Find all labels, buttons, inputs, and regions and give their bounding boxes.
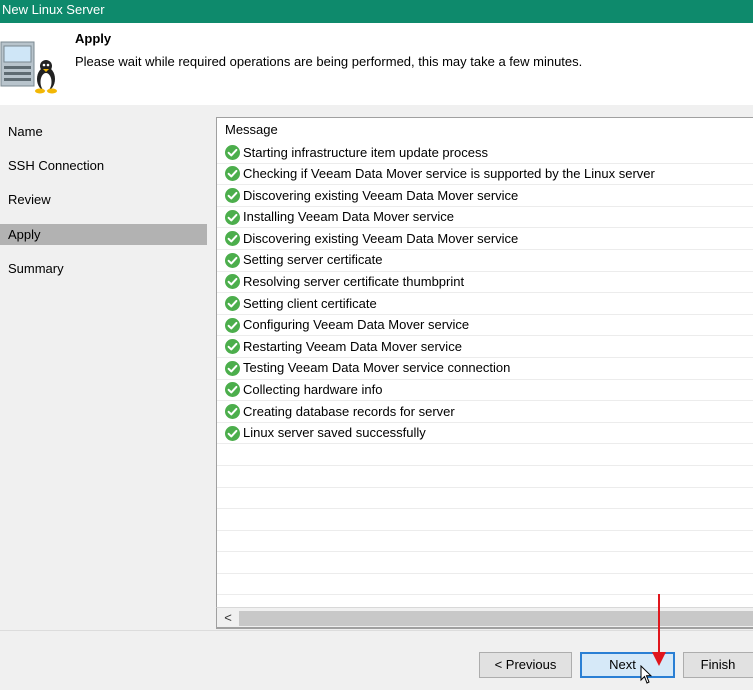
annotation-arrow-icon <box>652 594 666 666</box>
success-check-icon <box>225 382 240 398</box>
empty-log-row <box>217 466 753 488</box>
log-message: Setting server certificate <box>243 252 383 268</box>
scrollbar-thumb[interactable] <box>239 611 753 626</box>
page-title: Apply <box>75 31 112 46</box>
success-check-icon <box>225 403 240 419</box>
horizontal-scrollbar[interactable]: < <box>216 607 753 628</box>
mouse-cursor-icon <box>640 665 652 684</box>
success-check-icon <box>225 166 240 182</box>
log-row[interactable]: Setting server certificate <box>217 250 753 272</box>
linux-server-icon <box>0 36 62 96</box>
log-row[interactable]: Setting client certificate <box>217 293 753 315</box>
scroll-left-icon[interactable]: < <box>221 609 235 627</box>
step-name[interactable]: Name <box>0 121 207 142</box>
log-message: Collecting hardware info <box>243 382 383 398</box>
log-message: Restarting Veeam Data Mover service <box>243 338 462 354</box>
step-apply[interactable]: Apply <box>0 224 207 245</box>
log-list[interactable]: Message Starting infrastructure item upd… <box>216 117 753 629</box>
log-row[interactable]: Installing Veeam Data Mover service <box>217 207 753 229</box>
success-check-icon <box>225 209 240 225</box>
success-check-icon <box>225 339 240 355</box>
log-message: Checking if Veeam Data Mover service is … <box>243 166 655 182</box>
log-message: Linux server saved successfully <box>243 425 426 441</box>
empty-log-row <box>217 444 753 466</box>
empty-log-row <box>217 552 753 574</box>
previous-button[interactable]: < Previous <box>479 652 572 678</box>
success-check-icon <box>225 187 240 203</box>
step-ssh-connection[interactable]: SSH Connection <box>0 155 207 176</box>
log-row[interactable]: Collecting hardware info <box>217 380 753 402</box>
log-message: Starting infrastructure item update proc… <box>243 144 488 160</box>
log-row[interactable]: Starting infrastructure item update proc… <box>217 142 753 164</box>
success-check-icon <box>225 425 240 441</box>
log-row[interactable]: Linux server saved successfully <box>217 423 753 445</box>
log-row[interactable]: Restarting Veeam Data Mover service <box>217 336 753 358</box>
empty-log-row <box>217 574 753 596</box>
log-message: Resolving server certificate thumbprint <box>243 274 465 290</box>
log-row[interactable]: Checking if Veeam Data Mover service is … <box>217 164 753 186</box>
page-description: Please wait while required operations ar… <box>75 54 583 69</box>
message-column-header[interactable]: Message <box>217 118 753 142</box>
log-message: Discovering existing Veeam Data Mover se… <box>243 187 519 203</box>
success-check-icon <box>225 144 240 160</box>
finish-button[interactable]: Finish <box>683 652 753 678</box>
success-check-icon <box>225 231 240 247</box>
log-row[interactable]: Creating database records for server <box>217 401 753 423</box>
success-check-icon <box>225 274 240 290</box>
success-check-icon <box>225 295 240 311</box>
step-summary[interactable]: Summary <box>0 258 207 279</box>
empty-log-row <box>217 531 753 553</box>
empty-log-row <box>217 488 753 510</box>
log-row[interactable]: Resolving server certificate thumbprint <box>217 272 753 294</box>
empty-log-row <box>217 509 753 531</box>
log-message: Creating database records for server <box>243 403 455 419</box>
log-row[interactable]: Discovering existing Veeam Data Mover se… <box>217 228 753 250</box>
wizard-steps: Name SSH Connection Review Apply Summary <box>0 105 208 630</box>
step-review[interactable]: Review <box>0 189 207 210</box>
success-check-icon <box>225 252 240 268</box>
log-message: Configuring Veeam Data Mover service <box>243 317 470 333</box>
success-check-icon <box>225 360 240 376</box>
log-row[interactable]: Testing Veeam Data Mover service connect… <box>217 358 753 380</box>
success-check-icon <box>225 317 240 333</box>
log-row[interactable]: Discovering existing Veeam Data Mover se… <box>217 185 753 207</box>
log-message: Installing Veeam Data Mover service <box>243 209 454 225</box>
log-message: Discovering existing Veeam Data Mover se… <box>243 230 519 246</box>
wizard-header: Apply Please wait while required operati… <box>0 23 753 105</box>
log-message: Testing Veeam Data Mover service connect… <box>243 360 511 376</box>
log-row[interactable]: Configuring Veeam Data Mover service <box>217 315 753 337</box>
log-message: Setting client certificate <box>243 295 377 311</box>
window-title: New Linux Server <box>0 0 753 23</box>
